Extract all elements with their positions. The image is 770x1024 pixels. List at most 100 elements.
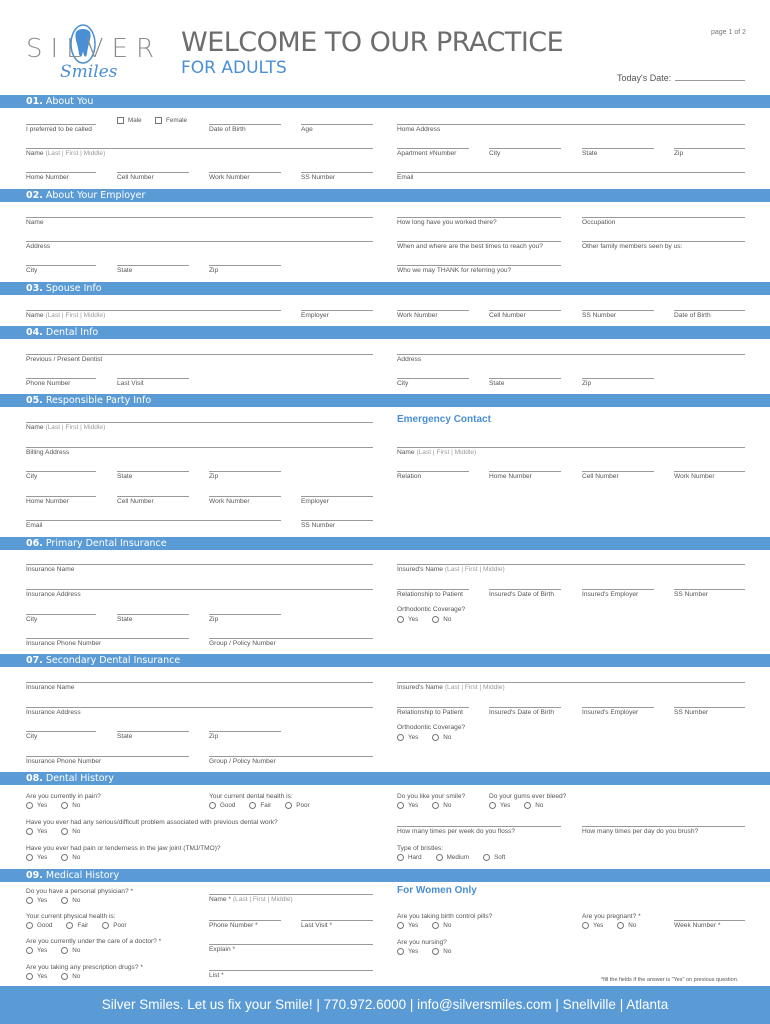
male-checkbox[interactable]: Male: [117, 117, 142, 124]
p-relationship-field[interactable]: [397, 589, 469, 590]
work-number-field[interactable]: [209, 172, 281, 173]
spouse-dob-field[interactable]: [674, 310, 745, 311]
s-ortho-yes-radio[interactable]: Yes: [397, 734, 418, 741]
pregnant-no-radio[interactable]: No: [617, 922, 636, 929]
dob-field[interactable]: [209, 124, 281, 125]
billing-address-field[interactable]: [26, 447, 373, 448]
tmj-yes-radio[interactable]: Yes: [26, 854, 47, 861]
female-checkbox[interactable]: Female: [155, 117, 187, 124]
physician-name-field[interactable]: [209, 894, 373, 895]
health-good-radio[interactable]: Good: [209, 802, 235, 809]
p-ss-field[interactable]: [674, 589, 745, 590]
dentist-state-field[interactable]: [489, 378, 561, 379]
spouse-employer-field[interactable]: [301, 310, 373, 311]
p-insured-name-field[interactable]: [397, 564, 745, 565]
rp-home-field[interactable]: [26, 496, 96, 497]
occupation-field[interactable]: [582, 217, 745, 218]
s-insured-employer-field[interactable]: [582, 707, 654, 708]
s-ss-field[interactable]: [674, 707, 745, 708]
how-long-field[interactable]: [397, 217, 561, 218]
nursing-no-radio[interactable]: No: [432, 948, 451, 955]
email-field[interactable]: [397, 172, 745, 173]
p-insured-dob-field[interactable]: [489, 589, 561, 590]
city-field[interactable]: [489, 148, 561, 149]
rp-zip-field[interactable]: [209, 471, 281, 472]
p-group-field[interactable]: [209, 638, 373, 639]
state-field[interactable]: [582, 148, 654, 149]
dentist-address-field[interactable]: [397, 354, 745, 355]
preferred-name-field[interactable]: [26, 124, 96, 125]
spouse-name-field[interactable]: [26, 310, 281, 311]
serious-yes-radio[interactable]: Yes: [26, 828, 47, 835]
spouse-cell-field[interactable]: [489, 310, 561, 311]
em-work-field[interactable]: [674, 471, 745, 472]
rp-cell-field[interactable]: [117, 496, 189, 497]
em-name-field[interactable]: [397, 447, 745, 448]
bc-no-radio[interactable]: No: [432, 922, 451, 929]
s-group-field[interactable]: [209, 756, 373, 757]
home-address-field[interactable]: [397, 124, 745, 125]
p-city-field[interactable]: [26, 614, 96, 615]
thank-field[interactable]: [397, 265, 561, 266]
bristles-hard-radio[interactable]: Hard: [397, 854, 422, 861]
rp-work-field[interactable]: [209, 496, 281, 497]
last-visit-field[interactable]: [117, 378, 189, 379]
nursing-yes-radio[interactable]: Yes: [397, 948, 418, 955]
s-zip-field[interactable]: [209, 731, 281, 732]
employer-city-field[interactable]: [26, 265, 96, 266]
dentist-city-field[interactable]: [397, 378, 469, 379]
s-ins-address-field[interactable]: [26, 707, 373, 708]
physician-no-radio[interactable]: No: [61, 897, 80, 904]
p-ins-name-field[interactable]: [26, 564, 373, 565]
p-ortho-yes-radio[interactable]: Yes: [397, 616, 418, 623]
brush-field[interactable]: [582, 826, 745, 827]
p-ins-address-field[interactable]: [26, 589, 373, 590]
bristles-medium-radio[interactable]: Medium: [435, 854, 469, 861]
floss-field[interactable]: [397, 826, 561, 827]
rx-no-radio[interactable]: No: [61, 973, 80, 980]
prev-dentist-field[interactable]: [26, 354, 373, 355]
health-poor-radio[interactable]: Poor: [285, 802, 310, 809]
ss-number-field[interactable]: [301, 172, 373, 173]
rx-list-field[interactable]: [209, 970, 373, 971]
dentist-phone-field[interactable]: [26, 378, 96, 379]
physician-last-visit-field[interactable]: [301, 920, 373, 921]
pain-no-radio[interactable]: No: [61, 802, 80, 809]
spouse-work-field[interactable]: [397, 310, 469, 311]
employer-address-field[interactable]: [26, 241, 373, 242]
p-ortho-no-radio[interactable]: No: [432, 616, 451, 623]
apt-field[interactable]: [397, 148, 469, 149]
age-field[interactable]: [301, 124, 373, 125]
rp-state-field[interactable]: [117, 471, 189, 472]
week-number-field[interactable]: [674, 920, 745, 921]
rp-employer-field[interactable]: [301, 496, 373, 497]
s-ortho-no-radio[interactable]: No: [432, 734, 451, 741]
smile-no-radio[interactable]: No: [432, 802, 451, 809]
smile-yes-radio[interactable]: Yes: [397, 802, 418, 809]
s-relationship-field[interactable]: [397, 707, 469, 708]
pain-yes-radio[interactable]: Yes: [26, 802, 47, 809]
rp-email-field[interactable]: [26, 520, 281, 521]
s-state-field[interactable]: [117, 731, 189, 732]
gums-no-radio[interactable]: No: [524, 802, 543, 809]
employer-zip-field[interactable]: [209, 265, 281, 266]
phys-fair-radio[interactable]: Fair: [66, 922, 88, 929]
cell-number-field[interactable]: [117, 172, 189, 173]
spouse-ss-field[interactable]: [582, 310, 654, 311]
best-times-field[interactable]: [397, 241, 561, 242]
gums-yes-radio[interactable]: Yes: [489, 802, 510, 809]
em-cell-field[interactable]: [582, 471, 654, 472]
em-home-field[interactable]: [489, 471, 561, 472]
physician-yes-radio[interactable]: Yes: [26, 897, 47, 904]
s-insured-name-field[interactable]: [397, 682, 745, 683]
s-ins-name-field[interactable]: [26, 682, 373, 683]
health-fair-radio[interactable]: Fair: [249, 802, 271, 809]
doctor-yes-radio[interactable]: Yes: [26, 947, 47, 954]
tmj-no-radio[interactable]: No: [61, 854, 80, 861]
doctor-no-radio[interactable]: No: [61, 947, 80, 954]
todays-date-field[interactable]: [675, 80, 745, 81]
s-ins-phone-field[interactable]: [26, 756, 189, 757]
s-insured-dob-field[interactable]: [489, 707, 561, 708]
rp-name-field[interactable]: [26, 422, 373, 423]
rp-city-field[interactable]: [26, 471, 96, 472]
